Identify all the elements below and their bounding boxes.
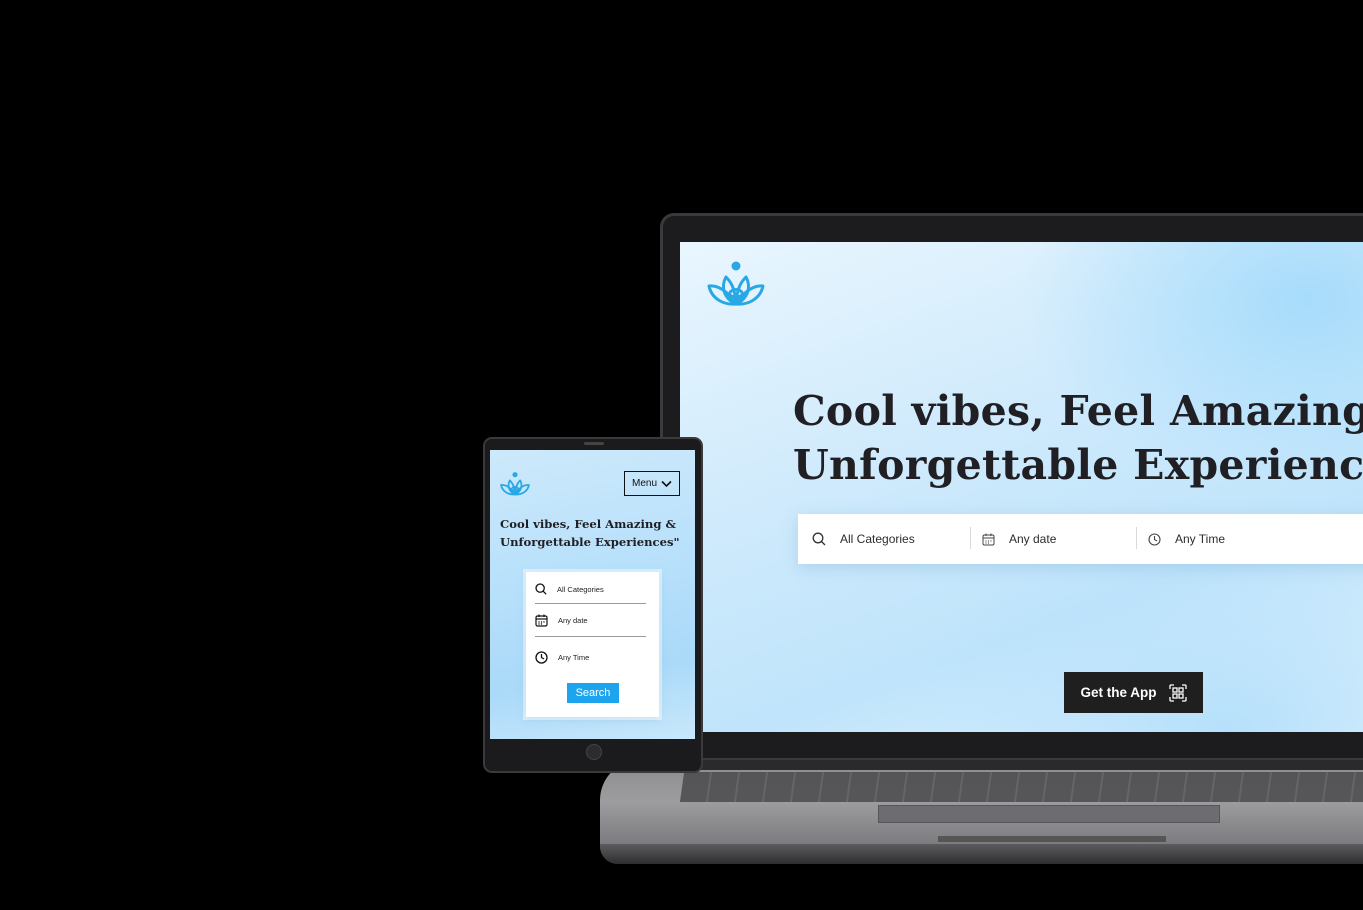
lotus-logo-icon[interactable]	[705, 258, 767, 308]
get-the-app-label: Get the App	[1080, 685, 1157, 700]
laptop-trackpad	[878, 805, 1220, 823]
hero-headline-line1: Cool vibes, Feel Amazing &	[793, 387, 1363, 435]
category-label: All Categories	[557, 584, 604, 594]
tablet-camera	[584, 442, 604, 445]
laptop-lip	[938, 836, 1166, 842]
hero-headline: Cool vibes, Feel Amazing & Unforgettable…	[500, 515, 695, 551]
category-field[interactable]: All Categories	[798, 514, 970, 564]
hero-headline-line2: Unforgettable Experiences"	[500, 535, 680, 549]
divider	[535, 603, 646, 604]
search-bar: All Categories Any date Any Time	[798, 514, 1363, 564]
menu-label: Menu	[631, 478, 657, 489]
laptop-base	[600, 760, 1363, 864]
laptop-hinge	[660, 760, 1363, 770]
tablet-screen: Menu Cool vibes, Feel Amazing & Unforget…	[490, 450, 695, 739]
laptop-front-edge	[600, 844, 1363, 864]
hero-headline: Cool vibes, Feel Amazing & Unforgettable…	[793, 384, 1363, 492]
time-label: Any Time	[558, 653, 590, 662]
date-label: Any date	[1009, 532, 1057, 546]
clock-icon	[535, 651, 548, 664]
category-label: All Categories	[840, 532, 915, 546]
search-icon	[535, 583, 547, 595]
search-card: All Categories Any date Any Time Search	[526, 572, 659, 717]
lotus-logo-icon[interactable]	[499, 470, 531, 497]
time-label: Any Time	[1175, 532, 1226, 546]
search-button[interactable]: Search	[567, 683, 619, 703]
time-field[interactable]: Any Time	[1136, 514, 1336, 564]
hero-headline-line2: Unforgettable Experiences"	[793, 441, 1363, 489]
qr-code-icon	[1168, 683, 1187, 702]
divider	[535, 636, 646, 637]
menu-button[interactable]: Menu	[624, 471, 680, 496]
chevron-down-icon	[661, 480, 672, 487]
tablet-home-button[interactable]	[586, 744, 602, 760]
date-label: Any date	[558, 616, 588, 625]
search-icon	[812, 532, 826, 546]
category-field[interactable]: All Categories	[535, 583, 604, 595]
laptop-keyboard	[679, 772, 1363, 802]
clock-icon	[1148, 532, 1161, 546]
time-field[interactable]: Any Time	[535, 651, 589, 664]
date-field[interactable]: Any date	[970, 514, 1136, 564]
calendar-icon	[982, 533, 995, 545]
hero-headline-line1: Cool vibes, Feel Amazing &	[500, 517, 676, 531]
calendar-icon	[535, 614, 548, 627]
get-the-app-button[interactable]: Get the App	[1064, 672, 1203, 713]
date-field[interactable]: Any date	[535, 614, 588, 627]
laptop-screen: Cool vibes, Feel Amazing & Unforgettable…	[680, 242, 1363, 732]
